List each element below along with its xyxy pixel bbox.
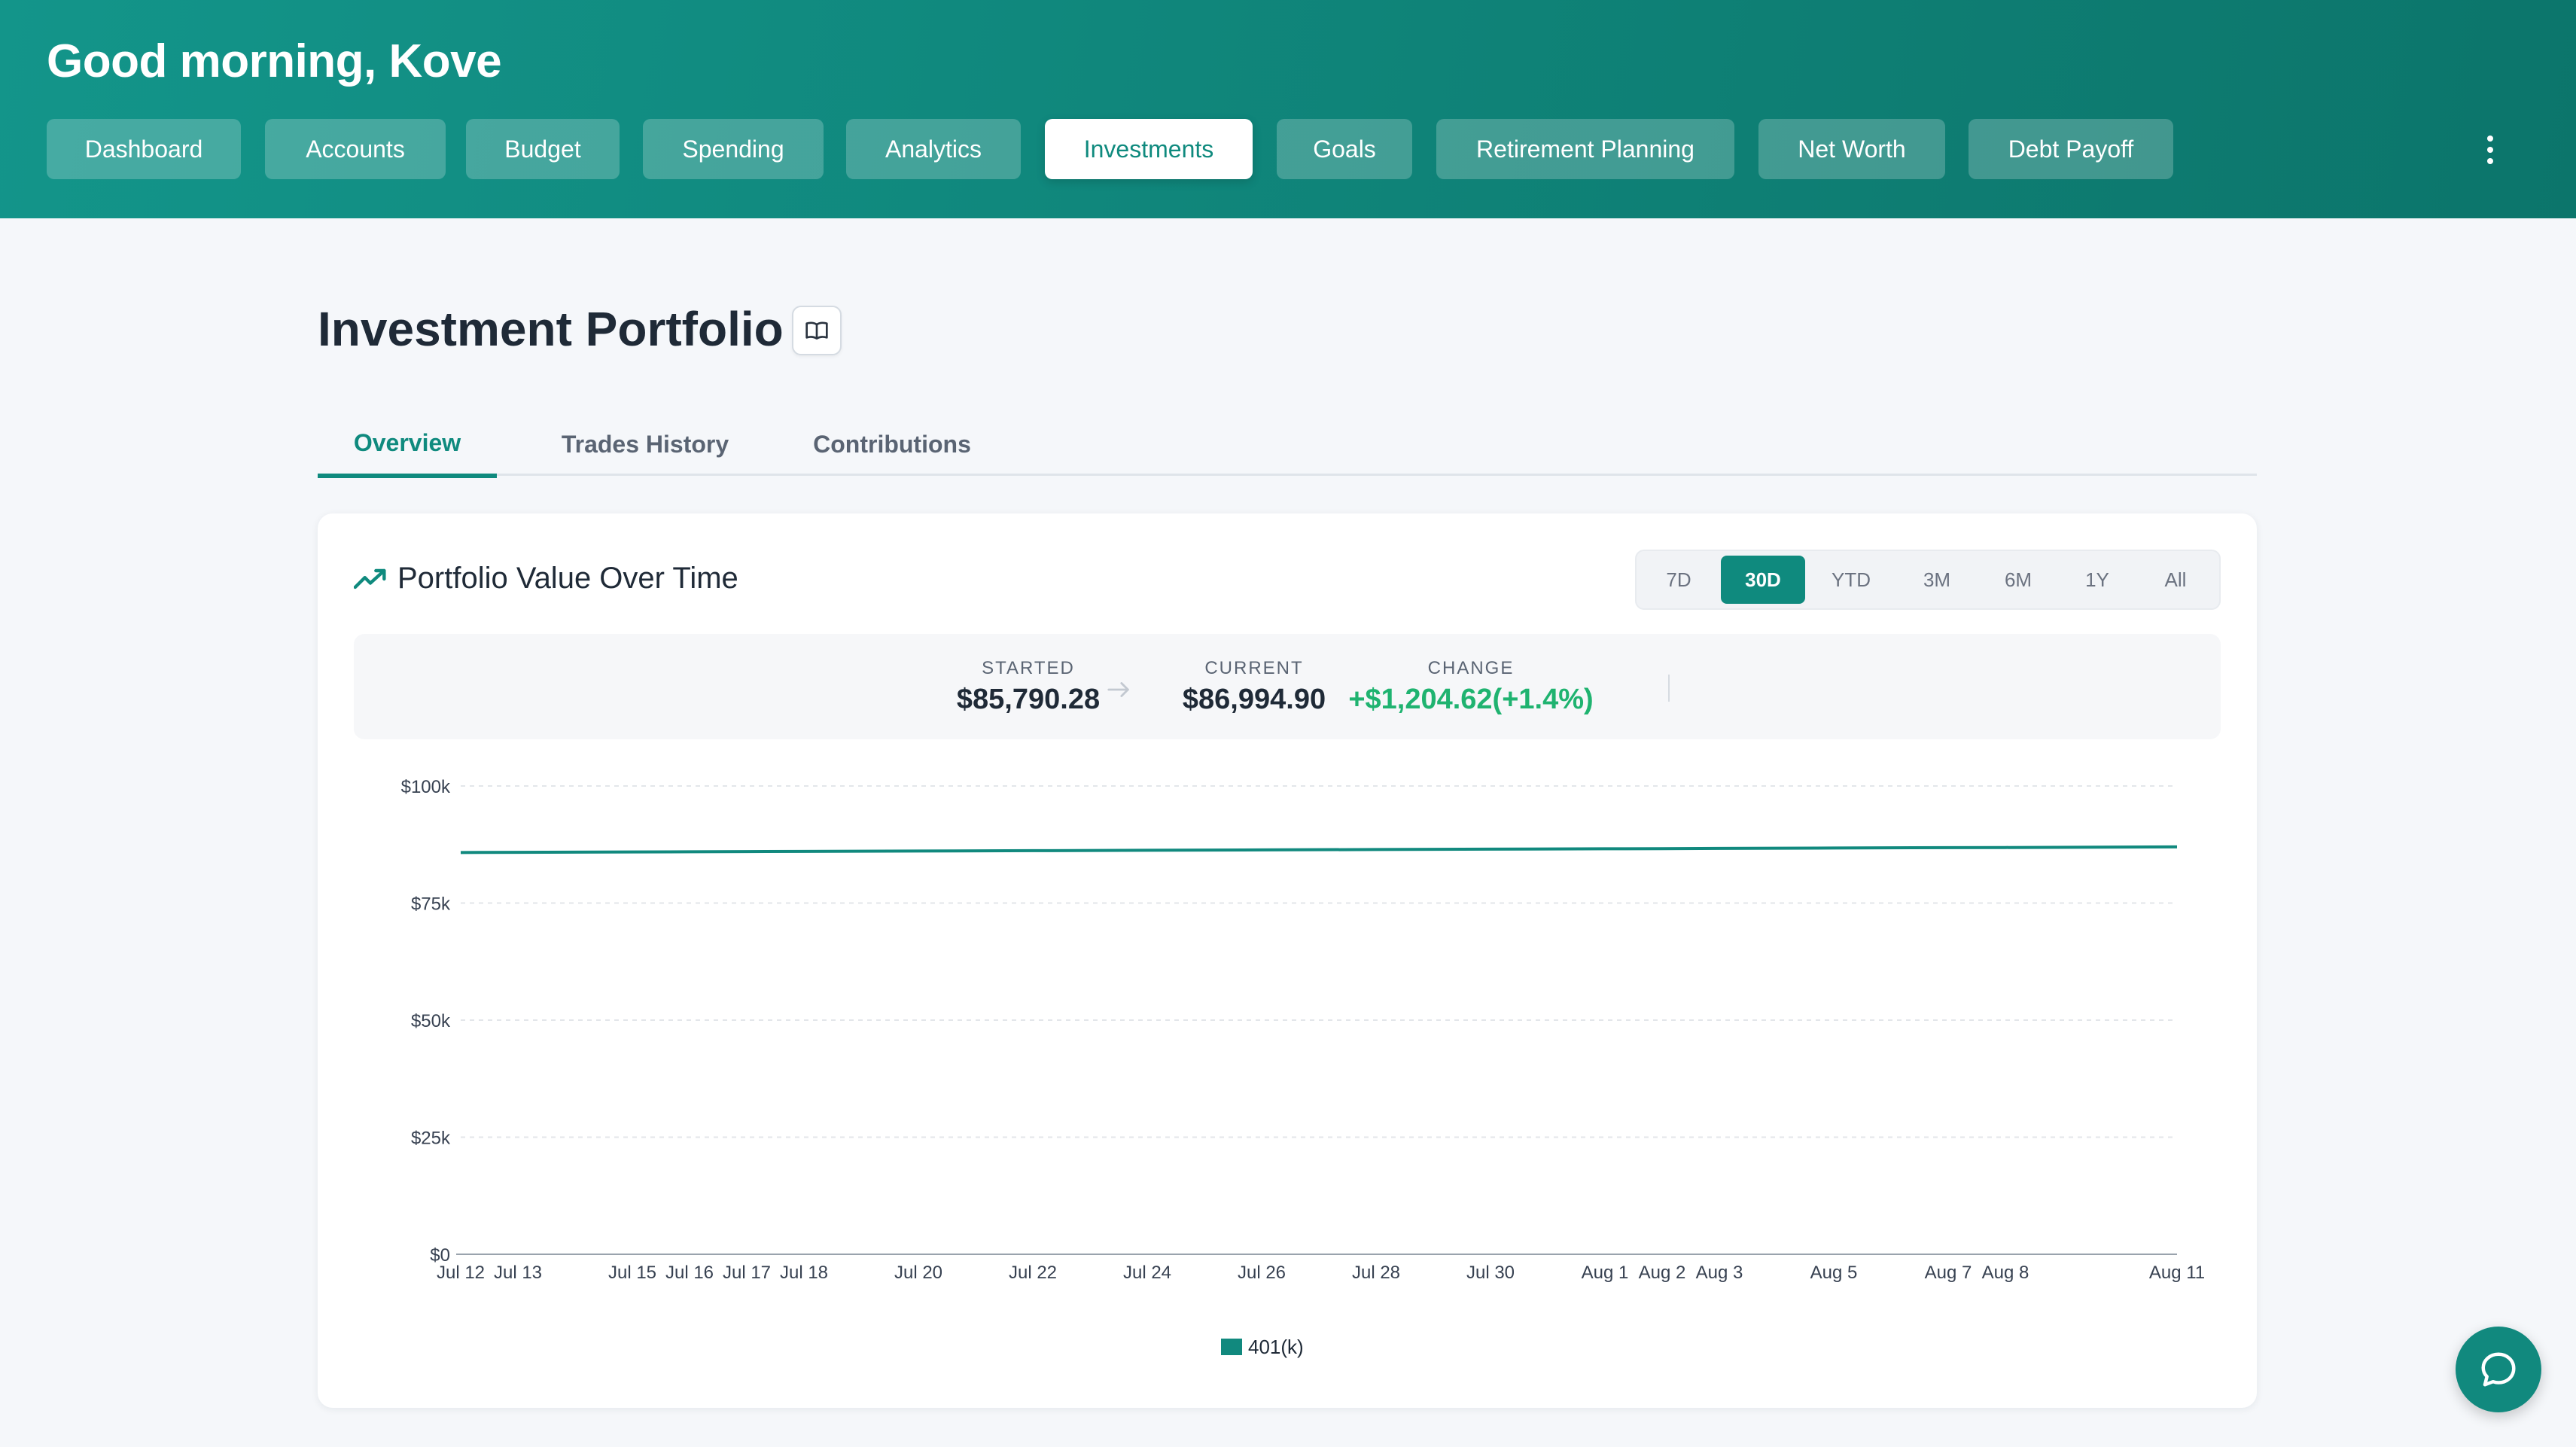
nav-investments[interactable]: Investments <box>1045 119 1253 179</box>
series-line-401k <box>460 845 2178 854</box>
portfolio-value-card: Portfolio Value Over Time 7D 30D YTD 3M … <box>318 513 2257 1408</box>
nav-spending[interactable]: Spending <box>643 119 824 179</box>
x-tick-label: Aug 7 <box>1925 1263 1972 1283</box>
nav-dashboard[interactable]: Dashboard <box>47 119 241 179</box>
x-tick-label: Aug 3 <box>1696 1263 1743 1283</box>
nav-debt-payoff[interactable]: Debt Payoff <box>1969 119 2173 179</box>
nav-budget[interactable]: Budget <box>466 119 620 179</box>
chat-bubble-icon <box>2481 1352 2516 1387</box>
x-tick-label: Jul 20 <box>894 1263 942 1283</box>
x-tick-label: Jul 28 <box>1352 1263 1400 1283</box>
tab-overview[interactable]: Overview <box>318 413 497 478</box>
greeting-title: Good morning, Kove <box>47 35 502 87</box>
y-tick-label: $25k <box>411 1129 451 1149</box>
y-tick-label: $75k <box>411 894 451 915</box>
x-tick-label: Jul 22 <box>1009 1263 1057 1283</box>
tab-contributions[interactable]: Contributions <box>777 413 1007 476</box>
nav-accounts[interactable]: Accounts <box>265 119 446 179</box>
x-tick-label: Aug 2 <box>1639 1263 1686 1283</box>
guide-button[interactable] <box>792 306 842 355</box>
app-header: Good morning, Kove Dashboard Accounts Bu… <box>0 0 2576 218</box>
x-tick-label: Jul 12 <box>437 1263 485 1283</box>
portfolio-tabs: Overview Trades History Contributions <box>318 413 2257 478</box>
x-tick-label: Aug 8 <box>1982 1263 2029 1283</box>
page-title: Investment Portfolio <box>318 302 784 356</box>
x-tick-label: Jul 26 <box>1238 1263 1286 1283</box>
y-tick-label: $100k <box>401 777 451 797</box>
legend-label: 401(k) <box>1248 1336 1304 1358</box>
x-tick-label: Jul 13 <box>494 1263 542 1283</box>
x-tick-label: Aug 11 <box>2149 1263 2205 1283</box>
y-tick-label: $50k <box>411 1011 451 1031</box>
portfolio-line-chart: $0$25k$50k$75k$100kJul 12 Jul 13 Jul 15 Jul… <box>401 777 2206 1358</box>
x-tick-label: Jul 24 <box>1123 1263 1171 1283</box>
nav-net-worth[interactable]: Net Worth <box>1758 119 1945 179</box>
x-tick-label: Jul 16 <box>665 1263 714 1283</box>
legend-swatch <box>1221 1339 1242 1355</box>
book-icon <box>805 321 828 340</box>
tab-trades-history[interactable]: Trades History <box>521 413 769 476</box>
x-tick-label: Aug 1 <box>1582 1263 1629 1283</box>
x-tick-label: Jul 15 <box>608 1263 656 1283</box>
kebab-menu-icon[interactable] <box>2478 133 2502 167</box>
nav-retirement-planning[interactable]: Retirement Planning <box>1436 119 1734 179</box>
nav-goals[interactable]: Goals <box>1277 119 1412 179</box>
nav-analytics[interactable]: Analytics <box>846 119 1021 179</box>
chat-button[interactable] <box>2456 1327 2541 1412</box>
x-tick-label: Jul 17 <box>723 1263 771 1283</box>
x-tick-label: Aug 5 <box>1810 1263 1858 1283</box>
x-tick-label: Jul 18 <box>780 1263 828 1283</box>
x-tick-label: Jul 30 <box>1466 1263 1515 1283</box>
